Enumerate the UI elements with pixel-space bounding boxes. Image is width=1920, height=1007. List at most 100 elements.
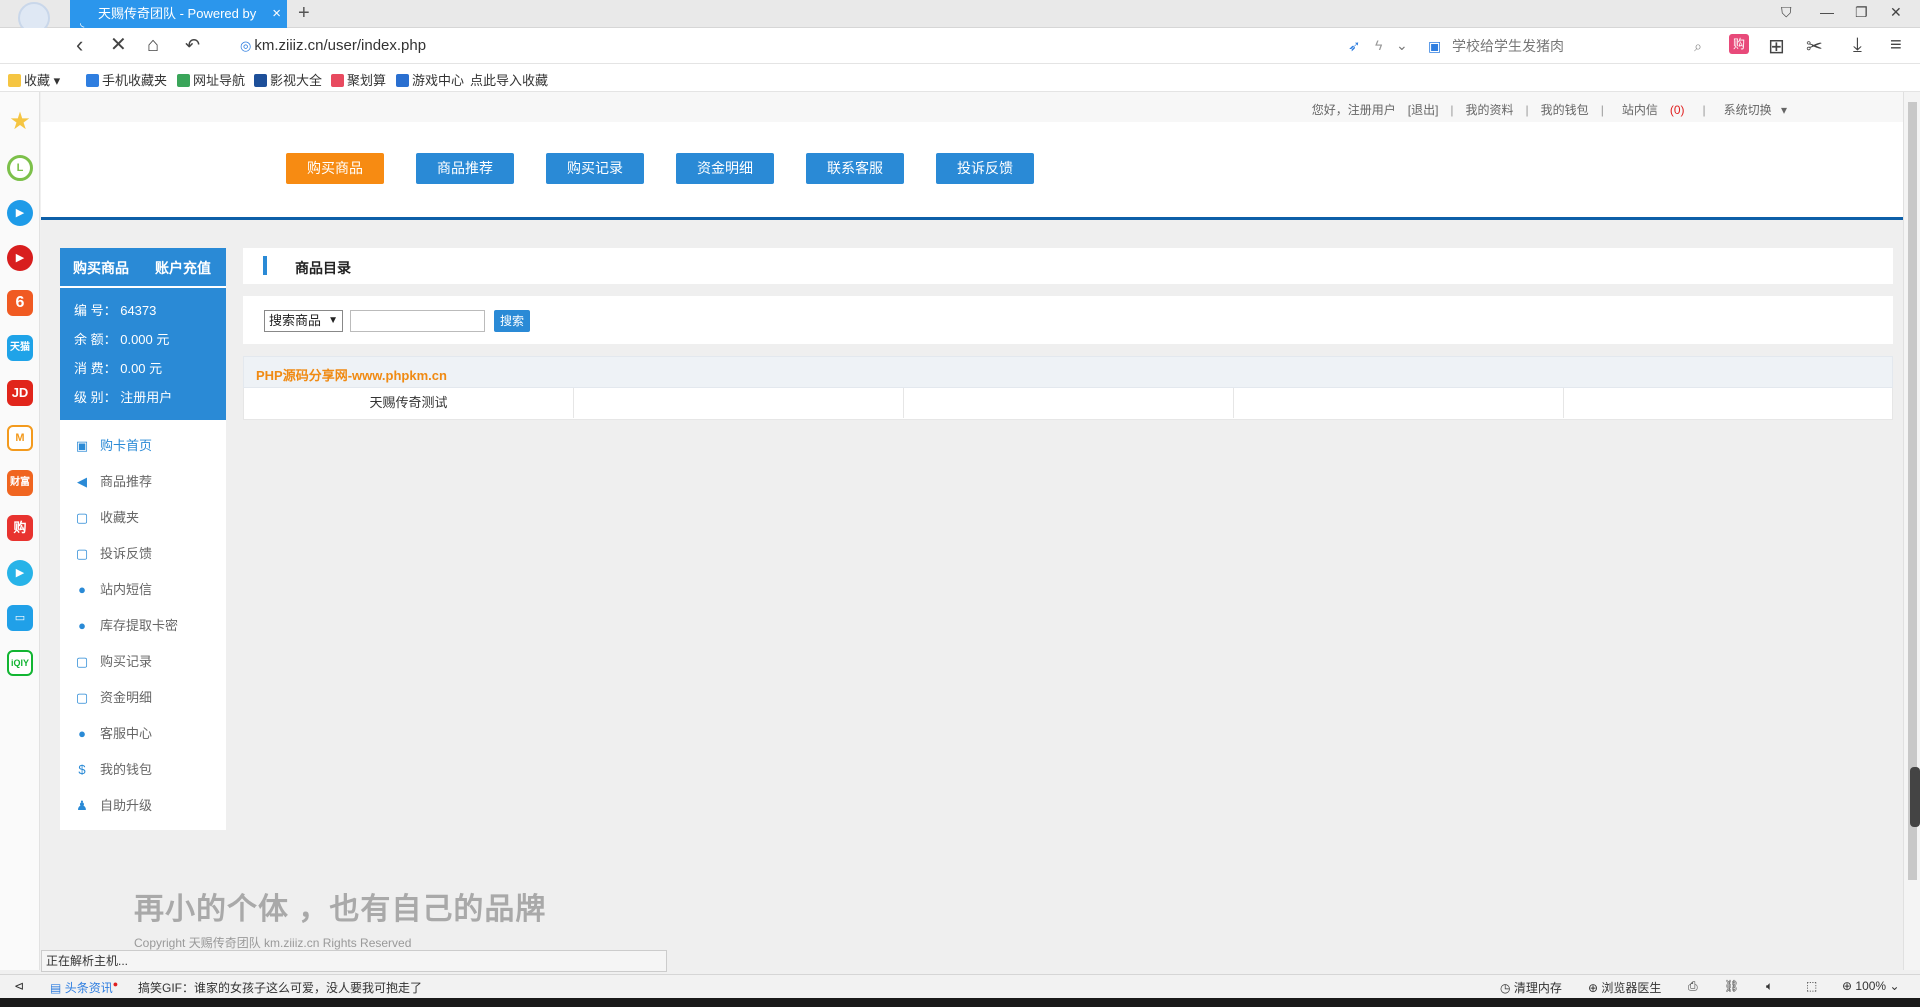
messages-count: (0) bbox=[1669, 103, 1685, 117]
shopping-bag-icon[interactable]: 购 bbox=[7, 515, 33, 541]
chat-icon: ▢ bbox=[75, 510, 89, 525]
tab-buy-goods[interactable]: 购买商品 bbox=[60, 248, 142, 288]
menu-item-recommend[interactable]: ◀ 商品推荐 bbox=[60, 464, 226, 500]
chat-icon: ▢ bbox=[75, 690, 89, 705]
lightning-icon[interactable]: ϟ bbox=[1375, 37, 1382, 53]
chat-icon: ▢ bbox=[75, 546, 89, 561]
wallet-link[interactable]: 我的钱包 bbox=[1541, 103, 1589, 117]
favorite-item[interactable]: 聚划算 bbox=[331, 70, 386, 89]
menu-item-card-home[interactable]: ▣ 购卡首页 bbox=[60, 428, 226, 464]
shirt-skin-icon[interactable]: ⛉ bbox=[1781, 4, 1792, 21]
favorite-item[interactable]: 游戏中心 bbox=[396, 70, 464, 89]
address-bar[interactable]: ◎ km.ziiiz.cn/user/index.php bbox=[240, 34, 1370, 58]
news-section[interactable]: ▤ 头条资讯● bbox=[50, 979, 118, 996]
scrollbar-thumb[interactable] bbox=[1908, 102, 1917, 880]
nav-complaint-button[interactable]: 投诉反馈 bbox=[936, 153, 1034, 184]
juhuasuan-icon bbox=[331, 74, 344, 87]
active-tab[interactable]: ◟ 天赐传奇团队 - Powered by × bbox=[70, 0, 287, 28]
logout-link[interactable]: [退出] bbox=[1408, 103, 1439, 117]
taskbar-edge bbox=[0, 998, 1920, 1007]
menu-item-service[interactable]: ● 客服中心 bbox=[60, 716, 226, 752]
minimize-icon[interactable]: — bbox=[1820, 4, 1834, 20]
jd-icon[interactable]: JD bbox=[7, 380, 33, 406]
rocket-icon[interactable]: ➶ bbox=[1348, 37, 1361, 55]
empty-cell bbox=[574, 388, 904, 418]
menu-item-extract-cards[interactable]: ● 库存提取卡密 bbox=[60, 608, 226, 644]
product-cell[interactable]: 天赐传奇测试 bbox=[244, 388, 574, 418]
top-links: 您好，注册用户 [退出] | 我的资料 | 我的钱包 | 站内信 (0) | 系统切换 ▾ bbox=[1311, 103, 1787, 117]
iqiyi-icon[interactable]: iQIY bbox=[7, 650, 33, 676]
chevron-down-icon[interactable]: ⌄ bbox=[1396, 37, 1408, 54]
link-icon[interactable]: ⛓ bbox=[1724, 979, 1739, 993]
tencent-video-icon[interactable]: ▶ bbox=[7, 560, 33, 586]
apps-grid-icon[interactable]: ⊞ bbox=[1768, 34, 1785, 59]
zoom-control[interactable]: ⊕ 100% ⌄ bbox=[1842, 979, 1900, 993]
side-menu: ▣ 购卡首页 ◀ 商品推荐 ▢ 收藏夹 ▢ 投诉反馈 ● 站内短信 ● 库存提取卡密 ▢ 购买… bbox=[60, 420, 226, 830]
mango-tv-icon[interactable]: M bbox=[7, 425, 33, 451]
search-input[interactable]: ▣ 学校给学生发猪肉 ⌕ bbox=[1422, 33, 1708, 59]
page-scrollbar[interactable] bbox=[1903, 92, 1920, 970]
menu-item-purchase-records[interactable]: ▢ 购买记录 bbox=[60, 644, 226, 680]
new-tab-button[interactable]: + bbox=[298, 2, 310, 25]
system-switch-link[interactable]: 系统切换 ▾ bbox=[1718, 103, 1787, 117]
nav-buy-button[interactable]: 购买商品 bbox=[286, 153, 384, 184]
nav-records-button[interactable]: 购买记录 bbox=[546, 153, 644, 184]
tab-close-icon[interactable]: × bbox=[272, 0, 281, 28]
menu-item-wallet[interactable]: $ 我的钱包 bbox=[60, 752, 226, 788]
menu-item-upgrade[interactable]: ♟ 自助升级 bbox=[60, 788, 226, 824]
shopping-icon[interactable]: 购 bbox=[1729, 34, 1749, 54]
star-icon bbox=[8, 74, 21, 87]
screenshot-scissors-icon[interactable]: ✂ bbox=[1806, 34, 1823, 59]
restore-icon[interactable]: ❐ bbox=[1855, 4, 1868, 21]
nav-recommend-button[interactable]: 商品推荐 bbox=[416, 153, 514, 184]
menu-item-messages[interactable]: ● 站内短信 bbox=[60, 572, 226, 608]
fullscreen-icon[interactable]: ⬚ bbox=[1806, 979, 1817, 993]
print-icon[interactable]: ⎙ bbox=[1688, 979, 1698, 994]
youku-icon[interactable]: ▶ bbox=[7, 245, 33, 271]
browser-doctor-button[interactable]: ⊕ 浏览器医生 bbox=[1588, 979, 1661, 996]
side-handle-icon[interactable] bbox=[1910, 767, 1920, 827]
close-window-icon[interactable]: ✕ bbox=[1890, 4, 1902, 21]
news-ticker[interactable]: 搞笑GIF：谁家的女孩子这么可爱，没人要我可抱走了 bbox=[138, 979, 422, 996]
stop-icon[interactable]: ✕ bbox=[110, 33, 127, 57]
favorite-item[interactable]: 手机收藏夹 bbox=[86, 70, 167, 89]
chat-icon: ▢ bbox=[75, 654, 89, 669]
finance-icon[interactable]: 财富 bbox=[7, 470, 33, 496]
home-icon[interactable]: ⌂ bbox=[147, 33, 159, 57]
collapse-sidebar-icon[interactable]: ⊲ bbox=[14, 979, 24, 993]
history-clock-icon[interactable]: L bbox=[7, 155, 33, 181]
six-room-icon[interactable]: 6 bbox=[7, 290, 33, 316]
menu-item-funds[interactable]: ▢ 资金明细 bbox=[60, 680, 226, 716]
profile-link[interactable]: 我的资料 bbox=[1466, 103, 1514, 117]
user-level: 级 别： 注册用户 bbox=[74, 390, 173, 405]
import-favorites-link[interactable]: 点此导入收藏 bbox=[470, 70, 548, 89]
favorites-star-icon[interactable]: ★ bbox=[7, 110, 33, 136]
search-placeholder: 学校给学生发猪肉 bbox=[1452, 38, 1564, 54]
clock-icon: ◷ bbox=[1500, 981, 1511, 995]
search-icon[interactable]: ⌕ bbox=[1694, 33, 1702, 59]
back-icon[interactable]: ‹ bbox=[76, 33, 83, 57]
clean-memory-button[interactable]: ◷ 清理内存 bbox=[1500, 979, 1562, 996]
zoom-icon: ⊕ bbox=[1842, 979, 1853, 993]
video-play-icon[interactable]: ▶ bbox=[7, 200, 33, 226]
footer-copyright: Copyright 天赐传奇团队 km.ziiiz.cn Rights Rese… bbox=[134, 936, 412, 950]
menu-item-favorites[interactable]: ▢ 收藏夹 bbox=[60, 500, 226, 536]
nav-funds-button[interactable]: 资金明细 bbox=[676, 153, 774, 184]
favorite-item[interactable]: 网址导航 bbox=[177, 70, 245, 89]
undo-icon[interactable]: ↶ bbox=[185, 33, 200, 57]
favorite-item[interactable]: 收藏 ▾ bbox=[8, 70, 60, 89]
tianmao-icon[interactable]: 天猫 bbox=[7, 335, 33, 361]
favorite-item[interactable]: 影视大全 bbox=[254, 70, 322, 89]
search-button[interactable]: 搜索 bbox=[494, 310, 530, 332]
menu-icon[interactable]: ≡ bbox=[1890, 34, 1902, 57]
product-search-input[interactable] bbox=[350, 310, 485, 332]
sound-icon[interactable]: 🔈︎ bbox=[1766, 979, 1773, 994]
download-icon[interactable]: ⤓ bbox=[1853, 34, 1862, 57]
bilibili-icon[interactable]: ▭ bbox=[7, 605, 33, 631]
mobile-icon bbox=[86, 74, 99, 87]
nav-contact-button[interactable]: 联系客服 bbox=[806, 153, 904, 184]
messages-link[interactable]: 站内信 (0) bbox=[1616, 103, 1691, 117]
search-type-select[interactable]: 搜索商品 ▼ bbox=[264, 310, 343, 332]
tab-recharge[interactable]: 账户充值 bbox=[142, 248, 224, 288]
menu-item-complaint[interactable]: ▢ 投诉反馈 bbox=[60, 536, 226, 572]
